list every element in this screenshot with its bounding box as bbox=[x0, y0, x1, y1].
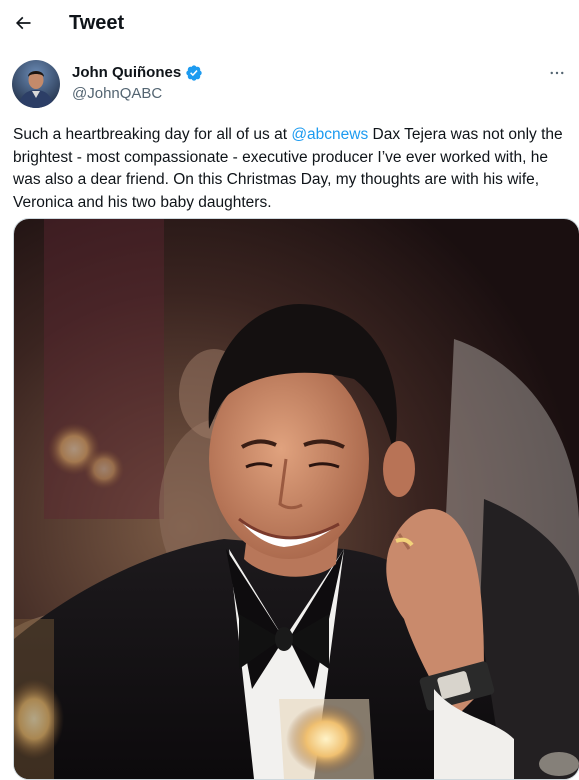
mention-link[interactable]: @abcnews bbox=[291, 126, 368, 143]
tweet-header: Tweet bbox=[0, 0, 579, 46]
verified-badge-icon bbox=[186, 65, 202, 81]
avatar[interactable] bbox=[12, 60, 60, 108]
author-name: John Quiñones bbox=[72, 64, 182, 81]
arrow-left-icon bbox=[15, 16, 31, 30]
tweet-photo[interactable] bbox=[13, 218, 579, 780]
more-horizontal-icon bbox=[550, 71, 564, 75]
author-handle[interactable]: @JohnQABC bbox=[72, 84, 162, 104]
page-title: Tweet bbox=[69, 12, 125, 34]
photo-image bbox=[14, 219, 579, 779]
more-button[interactable] bbox=[542, 58, 572, 88]
tweet-text-part-1: Such a heartbreaking day for all of us a… bbox=[13, 126, 292, 143]
back-button[interactable] bbox=[6, 6, 40, 40]
author-name-row[interactable]: John Quiñones bbox=[72, 63, 203, 83]
tweet-author: John Quiñones @JohnQABC bbox=[12, 58, 572, 110]
tweet-text: Such a heartbreaking day for all of us a… bbox=[13, 124, 569, 214]
